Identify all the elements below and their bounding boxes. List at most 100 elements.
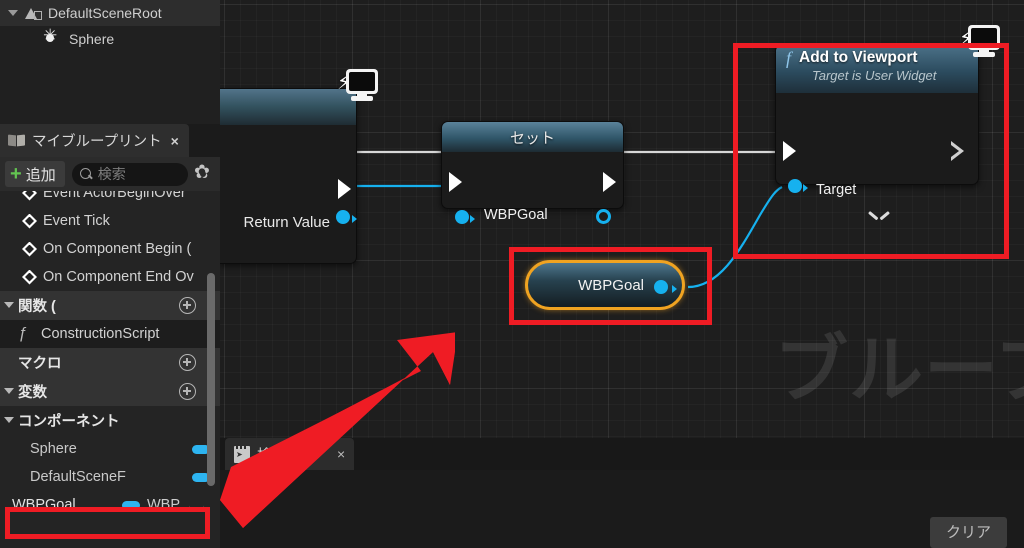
outliner-item-label: Sphere xyxy=(69,31,115,47)
list-item-label: Event ActorBeginOver xyxy=(43,191,186,201)
monitor-screen xyxy=(346,69,378,94)
find-results-content: クリア xyxy=(220,470,1024,548)
event-icon xyxy=(22,269,37,285)
list-item-event[interactable]: Event ActorBeginOver xyxy=(0,191,220,207)
outliner-item-default-scene-root[interactable]: DefaultSceneRoot xyxy=(0,0,220,26)
event-icon xyxy=(22,241,37,257)
function-icon: f xyxy=(786,48,792,68)
data-pin-arrow xyxy=(352,215,357,223)
add-button[interactable]: + 追加 xyxy=(5,161,65,187)
exec-pin-in[interactable] xyxy=(783,141,796,161)
data-pin-wbpgoal-out[interactable] xyxy=(654,280,668,294)
search-icon xyxy=(79,167,93,181)
section-label: 関数 ( xyxy=(18,299,56,315)
expand-triangle-icon[interactable] xyxy=(4,388,14,394)
exec-pin-in[interactable] xyxy=(449,172,462,192)
list-item-component-wbpgoal[interactable]: WBPGoal WBP xyxy=(0,491,220,519)
component-name: DefaultSceneF xyxy=(30,469,126,485)
section-macros[interactable]: マクロ xyxy=(0,348,220,377)
list-item-construction-script[interactable]: ƒ ConstructionScript xyxy=(0,320,220,348)
bottom-tabstrip: 検索結果 × xyxy=(220,438,1024,470)
add-variable-button[interactable] xyxy=(179,383,196,400)
plus-icon: + xyxy=(10,163,22,185)
unreal-blueprint-editor: DefaultSceneRoot Sphere マイブループリント × + 追加 xyxy=(0,0,1024,548)
node-header: f Add to Viewport Target is User Widget xyxy=(776,45,978,93)
expand-triangle-icon[interactable] xyxy=(4,417,14,423)
gear-icon[interactable] xyxy=(194,161,213,185)
pin-label-wbpgoal: WBPGoal xyxy=(484,207,548,223)
sphere-icon xyxy=(43,26,62,47)
monitor-screen xyxy=(968,25,1000,50)
section-components[interactable]: コンポーネント xyxy=(0,406,220,435)
node-title: WBPGoal xyxy=(578,277,644,294)
close-icon[interactable]: × xyxy=(337,446,345,462)
section-variables[interactable]: 変数 xyxy=(0,377,220,406)
blueprint-graph-canvas[interactable]: ブルーブリント Return Value ⚡ xyxy=(220,0,1024,438)
data-pin-arrow xyxy=(470,215,475,223)
add-function-button[interactable] xyxy=(179,297,196,314)
event-icon xyxy=(22,213,37,229)
search-input[interactable]: 検索 xyxy=(71,162,188,186)
list-item-component[interactable]: DefaultSceneF xyxy=(0,463,220,491)
outliner-item-sphere[interactable]: Sphere xyxy=(0,26,220,52)
left-panel: DefaultSceneRoot Sphere マイブループリント × + 追加 xyxy=(0,0,220,548)
node-add-to-viewport[interactable]: f Add to Viewport Target is User Widget … xyxy=(775,25,1000,198)
list-item-label: Event Tick xyxy=(43,213,110,229)
list-item-component[interactable]: Sphere xyxy=(0,435,220,463)
add-macro-button[interactable] xyxy=(179,354,196,371)
node-title: Add to Viewport xyxy=(799,49,918,66)
add-button-label: 追加 xyxy=(25,166,56,184)
tab-my-blueprint[interactable]: マイブループリント × xyxy=(0,124,189,157)
search-placeholder: 検索 xyxy=(97,166,126,182)
section-functions[interactable]: 関数 ( xyxy=(0,291,220,320)
node-title: セット xyxy=(509,129,555,147)
node-set-variable[interactable]: セット WBPGoal xyxy=(441,121,624,224)
monitor-base xyxy=(973,52,995,57)
expand-triangle-icon[interactable] xyxy=(8,10,18,16)
data-pin-arrow xyxy=(672,285,677,293)
my-blueprint-tabstrip: マイブループリント × xyxy=(0,124,220,157)
visibility-eye-icon[interactable] xyxy=(188,499,206,511)
function-icon: ƒ xyxy=(18,325,27,342)
list-item-event[interactable]: Event Tick xyxy=(0,207,220,235)
node-header: セット xyxy=(442,122,623,152)
components-outliner: DefaultSceneRoot Sphere xyxy=(0,0,220,124)
viewport-monitor-icon: ⚡ xyxy=(336,69,378,103)
list-item-label: On Component End Ov xyxy=(43,269,194,285)
data-pin-wbpgoal-out[interactable] xyxy=(596,209,611,224)
exec-pin-out[interactable] xyxy=(603,172,616,192)
pin-label-target: Target xyxy=(816,182,857,198)
clear-button[interactable]: クリア xyxy=(929,517,1007,548)
expand-triangle-icon[interactable] xyxy=(4,302,14,308)
chevron-down-icon[interactable] xyxy=(871,211,887,220)
node-get-wbpgoal[interactable]: WBPGoal xyxy=(525,260,685,310)
node-event-begin-play[interactable]: Return Value ⚡ xyxy=(220,69,378,264)
monitor-base xyxy=(351,96,373,101)
section-label: マクロ xyxy=(18,356,62,372)
data-pin-target[interactable] xyxy=(788,179,802,193)
data-pin-return-value[interactable] xyxy=(336,210,350,224)
section-label: コンポーネント xyxy=(18,414,120,430)
component-name: WBPGoal xyxy=(12,497,76,513)
find-results-icon xyxy=(234,445,250,463)
tab-find-results[interactable]: 検索結果 × xyxy=(225,438,355,470)
list-item-event[interactable]: On Component End Ov xyxy=(0,263,220,291)
close-icon[interactable]: × xyxy=(171,133,179,149)
my-blueprint-toolbar: + 追加 検索 xyxy=(0,157,220,191)
list-item-event[interactable]: On Component Begin ( xyxy=(0,235,220,263)
node-subtitle: Target is User Widget xyxy=(812,68,937,83)
component-name: Sphere xyxy=(30,441,77,457)
data-pin-wbpgoal-in[interactable] xyxy=(455,210,469,224)
pin-label-return-value: Return Value xyxy=(243,214,330,231)
my-blueprint-list: Event ActorBeginOver Event Tick On Compo… xyxy=(0,191,220,548)
exec-pin-out[interactable] xyxy=(338,179,351,199)
scene-root-icon xyxy=(24,5,42,21)
bottom-panel: 検索結果 × クリア xyxy=(220,438,1024,548)
exec-pin-out[interactable] xyxy=(951,141,964,161)
section-label: 変数 xyxy=(18,385,47,401)
list-item-label: ConstructionScript xyxy=(41,326,160,342)
event-icon xyxy=(22,191,37,201)
tab-label: マイブループリント xyxy=(32,134,162,150)
left-panel-scrollbar[interactable] xyxy=(207,273,215,486)
data-pin-arrow xyxy=(803,184,808,192)
